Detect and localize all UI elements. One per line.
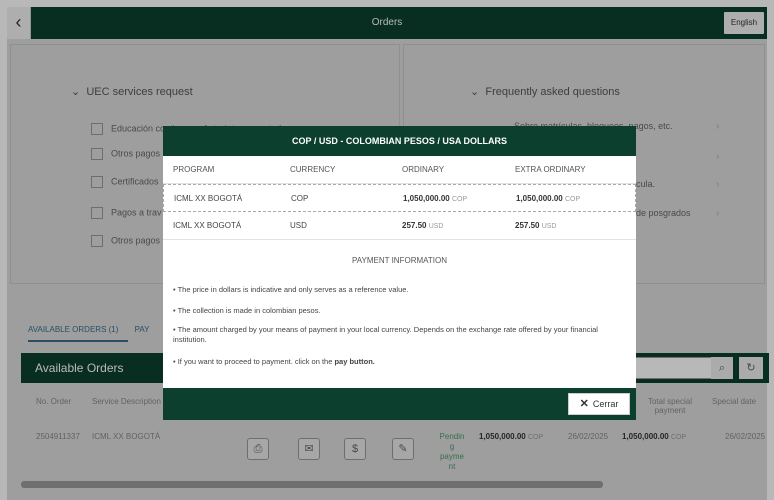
row-currency: COP bbox=[291, 194, 309, 203]
row-extra: 1,050,000.00 COP bbox=[516, 194, 581, 203]
column-ordinary: ORDINARY bbox=[402, 165, 445, 174]
column-program: PROGRAM bbox=[173, 165, 215, 174]
payment-note: • The price in dollars is indicative and… bbox=[173, 285, 409, 294]
payment-note: • The collection is made in colombian pe… bbox=[173, 306, 321, 315]
row-program: ICML XX BOGOTÁ bbox=[173, 221, 242, 230]
payment-note: • The amount charged by your means of pa… bbox=[173, 325, 598, 344]
modal-footer: ✕ Cerrar bbox=[163, 388, 636, 420]
table-header: PROGRAM CURRENCY ORDINARY EXTRA ORDINARY bbox=[163, 156, 636, 184]
payment-info-title: PAYMENT INFORMATION bbox=[352, 256, 447, 265]
row-ordinary: 1,050,000.00 COP bbox=[403, 194, 468, 203]
close-button[interactable]: ✕ Cerrar bbox=[568, 393, 630, 415]
row-currency: USD bbox=[290, 221, 307, 230]
table-row[interactable]: ICML XX BOGOTÁ COP 1,050,000.00 COP 1,05… bbox=[163, 184, 636, 212]
column-currency: CURRENCY bbox=[290, 165, 336, 174]
column-extra-ordinary: EXTRA ORDINARY bbox=[515, 165, 586, 174]
table-row[interactable]: ICML XX BOGOTÁ USD 257.50 USD 257.50 USD bbox=[163, 212, 636, 240]
modal-title: COP / USD - COLOMBIAN PESOS / USA DOLLAR… bbox=[163, 126, 636, 156]
close-icon: ✕ bbox=[579, 398, 589, 410]
row-extra: 257.50 USD bbox=[515, 221, 557, 230]
payment-note: • If you want to proceed to payment. cli… bbox=[173, 357, 375, 366]
currency-table: PROGRAM CURRENCY ORDINARY EXTRA ORDINARY… bbox=[163, 156, 636, 240]
row-program: ICML XX BOGOTÁ bbox=[174, 194, 243, 203]
currency-modal: COP / USD - COLOMBIAN PESOS / USA DOLLAR… bbox=[163, 126, 636, 420]
row-ordinary: 257.50 USD bbox=[402, 221, 444, 230]
